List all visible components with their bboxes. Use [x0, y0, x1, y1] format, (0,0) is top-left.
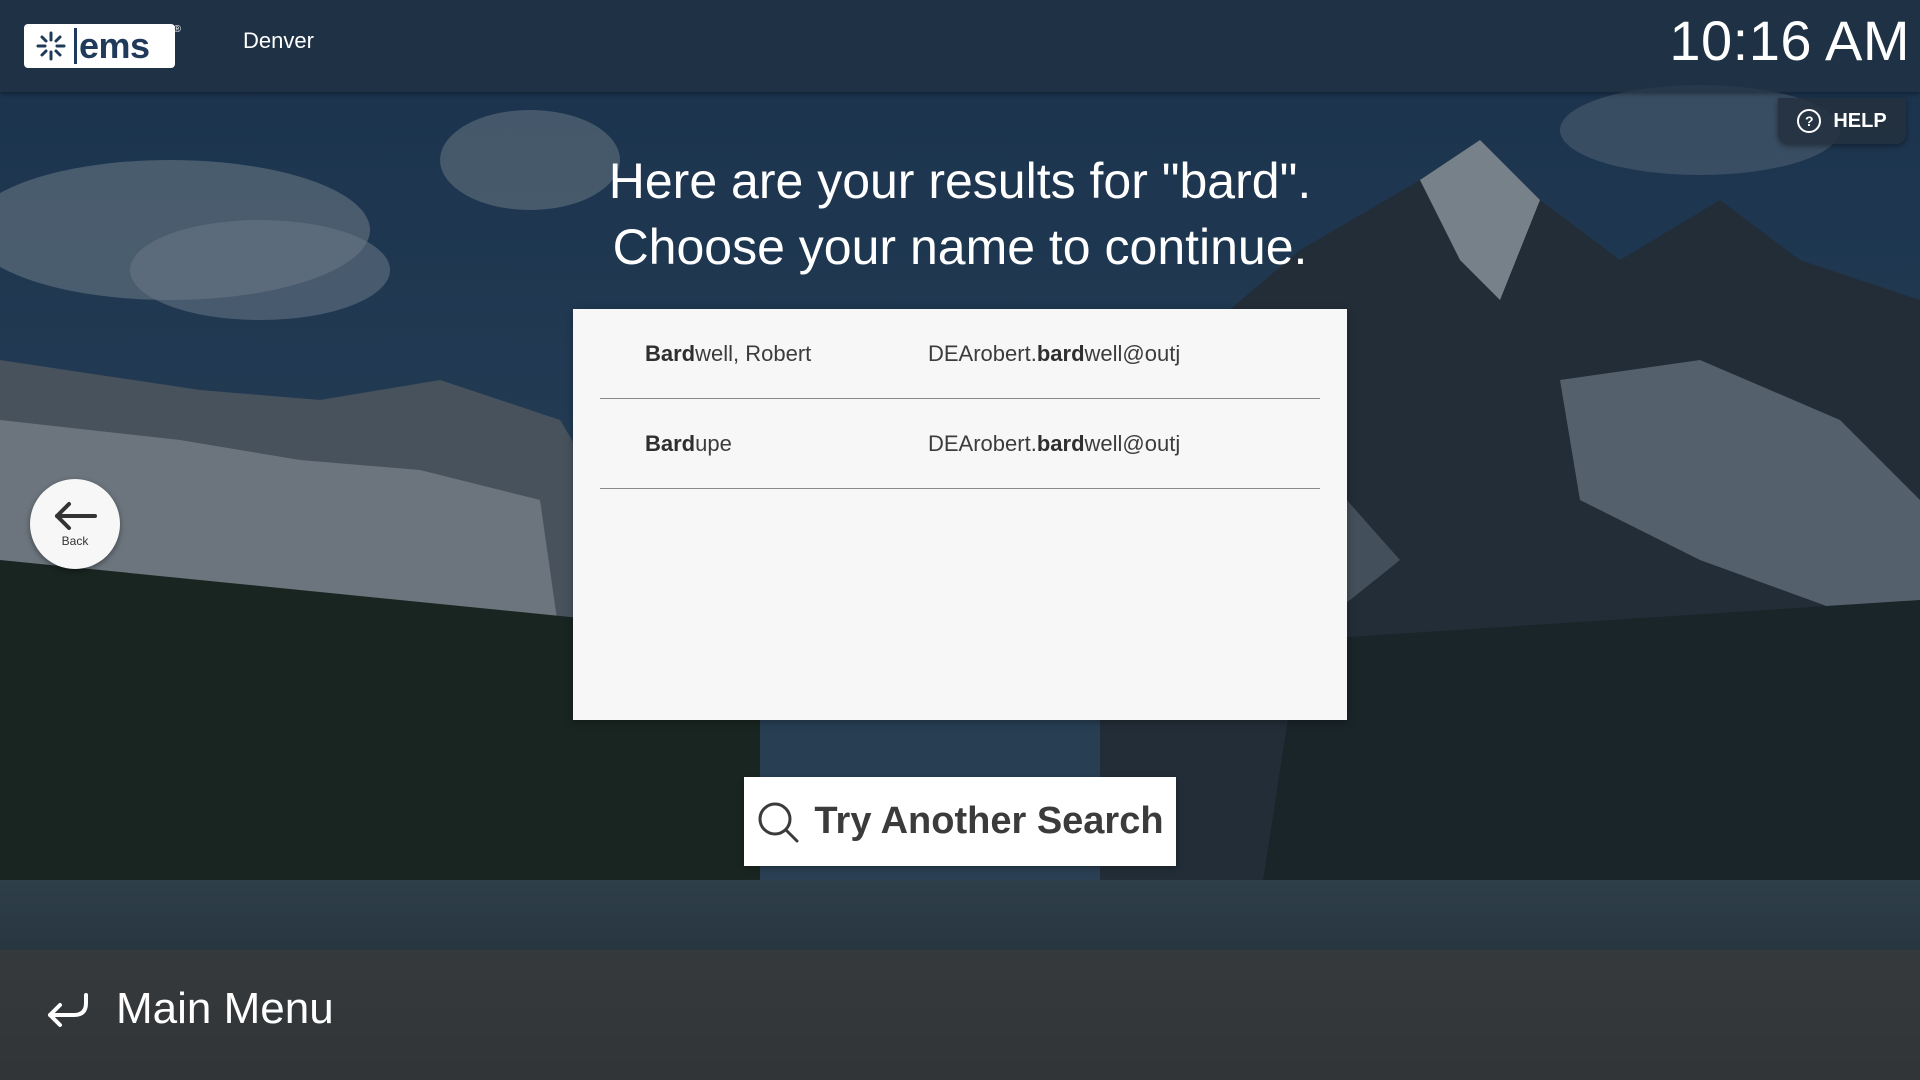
ems-logo-text: ems: [79, 25, 150, 66]
top-bar: ems ® Denver 10:16 AM: [0, 0, 1920, 92]
question-circle-icon: ?: [1797, 109, 1822, 133]
result-email-rest: well@outj: [1084, 341, 1181, 366]
location-label: Denver: [243, 28, 314, 53]
result-name: Bardupe: [645, 399, 732, 488]
try-another-search-button[interactable]: Try Another Search: [744, 777, 1176, 866]
results-heading: Here are your results for "bard". Choose…: [0, 148, 1920, 280]
ems-logo-mark-icon: [28, 28, 77, 64]
result-email-prefix: DEArobert.: [928, 341, 1037, 366]
result-email-match: bard: [1036, 431, 1085, 456]
result-email-prefix: DEArobert.: [928, 431, 1037, 456]
result-name-rest: well, Robert: [695, 341, 812, 366]
result-email-match: bard: [1036, 341, 1085, 366]
result-name-rest: upe: [695, 431, 732, 456]
results-heading-line1: Here are your results for "bard".: [608, 153, 1312, 209]
result-name: Bardwell, Robert: [645, 309, 811, 398]
result-email: DEArobert.bardwell@outj: [928, 399, 1180, 488]
registered-mark: ®: [173, 24, 181, 35]
ems-logo: ems ®: [24, 24, 181, 68]
help-label: HELP: [1833, 109, 1887, 132]
help-button[interactable]: ? HELP: [1778, 98, 1906, 144]
search-icon: [758, 802, 799, 842]
result-row[interactable]: Bardwell, Robert DEArobert.bardwell@outj: [600, 309, 1320, 399]
result-email-rest: well@outj: [1084, 431, 1181, 456]
results-heading-line2: Choose your name to continue.: [612, 219, 1308, 275]
back-label: Back: [61, 534, 89, 548]
return-arrow-icon: [48, 993, 88, 1027]
try-another-search-label: Try Another Search: [814, 800, 1164, 842]
result-name-match: Bard: [645, 431, 696, 456]
result-row[interactable]: Bardupe DEArobert.bardwell@outj: [600, 399, 1320, 489]
clock: 10:16 AM: [1669, 9, 1910, 72]
main-menu-button[interactable]: Main Menu: [42, 984, 334, 1034]
back-button[interactable]: Back: [30, 479, 120, 569]
main-menu-label: Main Menu: [116, 984, 334, 1033]
results-panel: Bardwell, Robert DEArobert.bardwell@outj…: [573, 309, 1347, 720]
arrow-left-icon: [55, 502, 97, 530]
result-name-match: Bard: [645, 341, 696, 366]
result-email: DEArobert.bardwell@outj: [928, 309, 1180, 398]
